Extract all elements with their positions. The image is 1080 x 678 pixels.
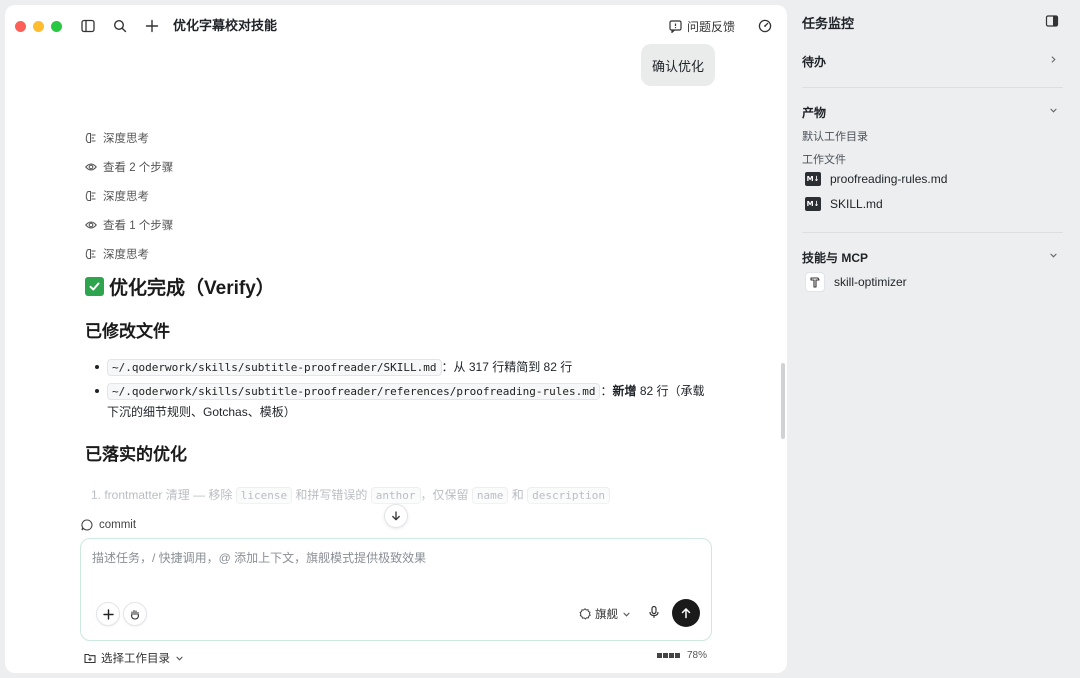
step-item[interactable]: 深度思考 (85, 246, 149, 262)
composer-box: 旗舰 (80, 538, 712, 641)
chat-bubble-icon (81, 519, 93, 531)
artifacts-section-header[interactable]: 产物 (802, 104, 826, 121)
step-label: 深度思考 (103, 133, 149, 145)
step-item[interactable]: 查看 2 个步骤 (85, 159, 173, 175)
panel-toggle-icon[interactable] (1045, 14, 1059, 31)
context-usage-value: 78% (687, 650, 708, 661)
context-usage: 78% (657, 650, 707, 661)
brain-icon (85, 249, 96, 259)
check-mark-icon (85, 277, 104, 296)
user-message-bubble: 确认优化 (641, 44, 716, 86)
chevron-down-icon[interactable] (1049, 106, 1058, 115)
list-item: ~/.qoderwork/skills/subtitle-proofreader… (93, 381, 713, 422)
scroll-to-bottom-button[interactable] (384, 504, 408, 528)
step-item[interactable]: 深度思考 (85, 188, 149, 204)
list-item: ~/.qoderwork/skills/subtitle-proofreader… (93, 357, 713, 378)
file-path-code[interactable]: ~/.qoderwork/skills/subtitle-proofreader… (107, 383, 601, 400)
markdown-icon: M↓ (805, 172, 821, 186)
new-task-icon[interactable] (141, 15, 163, 37)
chevron-down-icon[interactable] (1049, 251, 1058, 260)
flagship-mode-icon (579, 608, 591, 620)
result-heading: 优化完成（Verify） (85, 273, 275, 300)
feedback-label: 问题反馈 (687, 19, 736, 34)
step-item[interactable]: 深度思考 (85, 130, 149, 146)
step-item[interactable]: 查看 1 个步骤 (85, 217, 173, 233)
todo-section-header[interactable]: 待办 (802, 53, 826, 70)
panel-title: 任务监控 (802, 16, 855, 31)
default-dir-label[interactable]: 默认工作目录 (802, 128, 868, 144)
minimize-window-button[interactable] (33, 21, 44, 32)
feedback-icon (669, 19, 682, 33)
mode-selector[interactable]: 旗舰 (579, 606, 631, 622)
task-input[interactable] (92, 551, 692, 565)
file-name: proofreading-rules.md (830, 172, 948, 186)
file-item[interactable]: M↓ SKILL.md (805, 197, 883, 211)
arrow-up-icon (681, 608, 691, 619)
step-label: 深度思考 (103, 249, 149, 261)
modified-files-list: ~/.qoderwork/skills/subtitle-proofreader… (93, 357, 713, 425)
skills-button[interactable] (123, 602, 147, 626)
main-panel: 优化字幕校对技能 问题反馈 确认优化 深度思考 查看 2 个步骤 深度思考 查看… (5, 5, 787, 673)
skill-item[interactable]: skill-optimizer (805, 272, 907, 292)
window-controls (15, 21, 62, 32)
context-usage-bars (657, 653, 680, 658)
hand-icon (130, 609, 140, 620)
file-path-code[interactable]: ~/.qoderwork/skills/subtitle-proofreader… (107, 359, 442, 376)
step-label: 查看 1 个步骤 (103, 220, 174, 232)
result-heading-text: 优化完成（Verify） (109, 278, 275, 299)
usage-gauge-icon[interactable] (754, 15, 776, 37)
brain-icon (85, 133, 96, 143)
divider (802, 232, 1063, 233)
chevron-down-icon (623, 612, 630, 617)
work-files-label: 工作文件 (802, 154, 846, 166)
section-heading-modified: 已修改文件 (85, 322, 170, 341)
divider (802, 87, 1063, 88)
workdir-selector[interactable]: 选择工作目录 (84, 650, 184, 666)
task-title: 优化字幕校对技能 (173, 18, 278, 33)
markdown-icon: M↓ (805, 197, 821, 211)
microphone-button[interactable] (647, 605, 661, 622)
sidebar-toggle-icon[interactable] (77, 15, 99, 37)
file-item[interactable]: M↓ proofreading-rules.md (805, 172, 947, 186)
hammer-icon (805, 272, 825, 292)
chevron-down-icon (176, 656, 183, 661)
add-attachment-button[interactable] (96, 602, 120, 626)
skill-name: skill-optimizer (834, 275, 907, 289)
plus-icon (102, 608, 114, 620)
file-name: SKILL.md (830, 197, 883, 211)
eye-icon (85, 163, 97, 171)
separator: ： (441, 360, 454, 374)
task-monitor-panel: 任务监控 待办 产物 默认工作目录 工作文件 M↓ proofreading-r… (787, 0, 1080, 678)
file-change-new: 新增 (612, 384, 637, 398)
file-change-desc: 从 317 行精简到 82 行 (453, 360, 573, 374)
commit-chip[interactable]: commit (81, 519, 136, 531)
commit-label: commit (99, 519, 137, 531)
feedback-button[interactable]: 问题反馈 (669, 15, 735, 37)
send-button[interactable] (672, 599, 700, 627)
chevron-right-icon[interactable] (1049, 55, 1058, 64)
eye-icon (85, 221, 97, 229)
section-heading-optimizations: 已落实的优化 (85, 445, 187, 464)
mode-label: 旗舰 (595, 609, 618, 621)
search-icon[interactable] (109, 15, 131, 37)
microphone-icon (649, 605, 659, 618)
step-label: 深度思考 (103, 191, 149, 203)
brain-icon (85, 191, 96, 201)
maximize-window-button[interactable] (51, 21, 62, 32)
skills-section-header[interactable]: 技能与 MCP (802, 249, 868, 266)
separator: ： (600, 384, 613, 398)
folder-plus-icon (84, 653, 96, 664)
close-window-button[interactable] (15, 21, 26, 32)
arrow-down-icon (392, 511, 400, 521)
scrollbar-thumb[interactable] (781, 363, 785, 439)
step-label: 查看 2 个步骤 (103, 162, 174, 174)
workdir-label: 选择工作目录 (101, 653, 170, 665)
